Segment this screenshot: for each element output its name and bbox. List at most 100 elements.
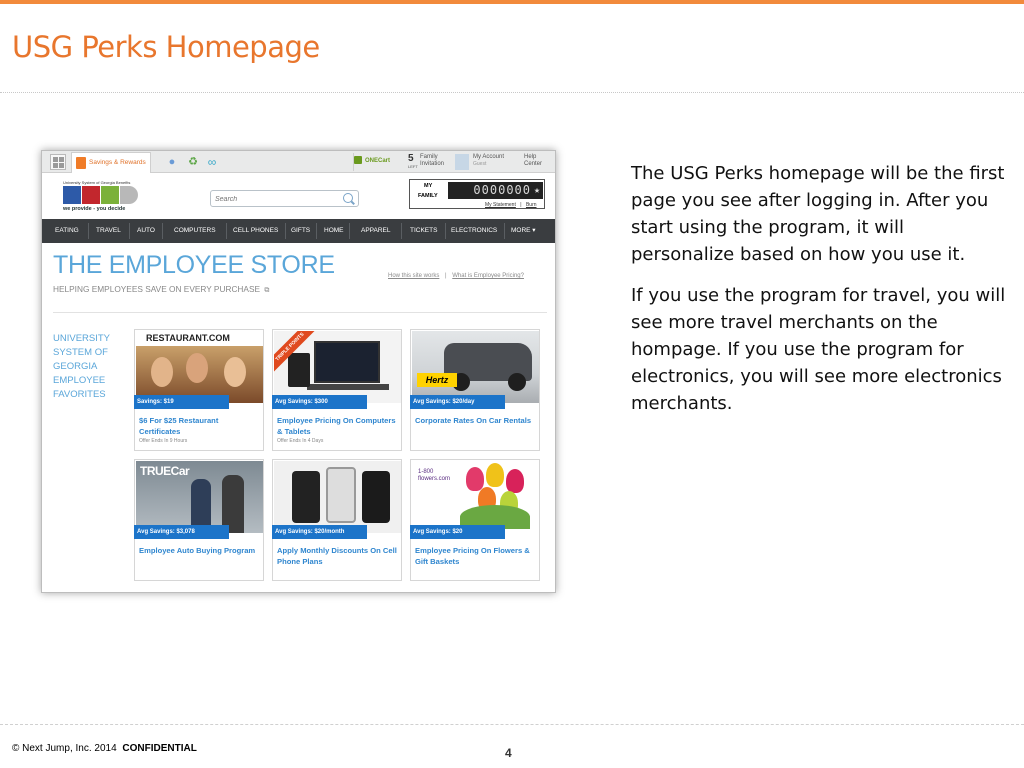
apple-icon[interactable]: ●	[165, 155, 179, 169]
nav-auto[interactable]: AUTO	[137, 219, 155, 243]
merchant-card-truecar[interactable]: TRUECar Avg Savings: $3,078 Employee Aut…	[134, 459, 264, 581]
card-description[interactable]: $6 For $25 Restaurant Certificates	[139, 415, 259, 437]
nav-electronics[interactable]: ELECTRONICS	[451, 219, 497, 243]
page-number: 4	[505, 746, 512, 760]
card-description[interactable]: Employee Pricing On Flowers & Gift Baske…	[415, 545, 535, 567]
phone-image	[326, 467, 356, 523]
nav-home[interactable]: HOME	[324, 219, 344, 243]
recycle-icon[interactable]: ♻	[186, 155, 200, 169]
favorites-line: UNIVERSITY	[53, 333, 111, 344]
tab-savings-rewards-label: Savings & Rewards	[89, 159, 146, 166]
account-links: My Statement | Burn	[485, 202, 537, 208]
family-label: FAMILY	[418, 193, 438, 199]
title-divider	[0, 92, 1024, 93]
store-subtitle: HELPING EMPLOYEES SAVE ON EVERY PURCHASE…	[53, 284, 269, 295]
top-accent-bar	[0, 0, 1024, 4]
hertz-logo-text: Hertz	[425, 375, 449, 385]
favorites-heading: UNIVERSITY SYSTEM OF GEORGIA EMPLOYEE FA…	[53, 332, 128, 402]
external-link-icon[interactable]: ⧉	[264, 287, 269, 294]
shopping-bag-icon	[76, 157, 86, 169]
hertz-image: Hertz	[412, 331, 539, 403]
savings-badge: Avg Savings: $300	[272, 395, 367, 409]
family-invite-count: 5	[408, 153, 414, 164]
diners-image	[151, 357, 173, 387]
family-invitation-button[interactable]: Family Invitation	[420, 154, 450, 168]
nav-separator	[504, 223, 505, 239]
help-label-2: Center	[524, 161, 543, 167]
points-counter-value: 0000000	[473, 183, 531, 197]
diners-image	[224, 357, 246, 387]
phone-image	[292, 471, 320, 523]
nav-travel[interactable]: TRAVEL	[96, 219, 121, 243]
avatar[interactable]	[455, 154, 469, 170]
savings-badge: Avg Savings: $20	[410, 525, 505, 539]
tulip-image	[466, 467, 484, 491]
savings-badge: Avg Savings: $20/day	[410, 395, 505, 409]
store-links: How this site works | What is Employee P…	[388, 273, 524, 279]
nav-apparel[interactable]: APPAREL	[361, 219, 391, 243]
offer-countdown: Offer Ends In 4 Days	[277, 438, 324, 444]
search-input[interactable]	[215, 193, 335, 205]
tab-savings-rewards[interactable]: Savings & Rewards	[71, 152, 151, 173]
savings-badge: Savings: $19	[134, 395, 229, 409]
computers-image: TRIPLE POINTS	[274, 331, 401, 403]
nav-separator	[401, 223, 402, 239]
nav-cell-phones[interactable]: CELL PHONES	[233, 219, 278, 243]
my-statement-link[interactable]: My Statement	[485, 202, 516, 208]
nav-separator	[316, 223, 317, 239]
my-label: MY	[424, 183, 433, 189]
laptop-base	[307, 384, 389, 390]
nav-gifts[interactable]: GIFTS	[291, 219, 310, 243]
star-icon: ★	[533, 185, 541, 196]
nav-separator	[445, 223, 446, 239]
nav-tickets[interactable]: TICKETS	[410, 219, 437, 243]
merchant-card-computers[interactable]: TRIPLE POINTS Avg Savings: $300 Employee…	[272, 329, 402, 451]
infinity-icon[interactable]: ∞	[205, 155, 219, 169]
favorites-line: EMPLOYEE	[53, 375, 106, 386]
site-header: University System of Georgia Benefits we…	[42, 173, 555, 218]
card-description[interactable]: Corporate Rates On Car Rentals	[415, 415, 535, 426]
burn-link[interactable]: Burn	[526, 202, 537, 208]
nav-more[interactable]: MORE ▾	[511, 219, 536, 243]
body-paragraph: The USG Perks homepage will be the first…	[631, 163, 1005, 265]
how-it-works-link[interactable]: How this site works	[388, 273, 439, 279]
employee-pricing-link[interactable]: What is Employee Pricing?	[452, 273, 524, 279]
card-description[interactable]: Apply Monthly Discounts On Cell Phone Pl…	[277, 545, 397, 567]
flowers-logo: 1-800 flowers.com	[418, 469, 451, 482]
flowers-image: 1-800 flowers.com	[412, 461, 539, 533]
onecart-button[interactable]: ONECart	[353, 153, 401, 171]
category-nav: EATING TRAVEL AUTO COMPUTERS CELL PHONES…	[42, 219, 555, 243]
merchant-card-cell-phones[interactable]: Avg Savings: $20/month Apply Monthly Dis…	[272, 459, 402, 581]
help-center-button[interactable]: Help Center	[524, 154, 542, 168]
footer-confidential: CONFIDENTIAL	[122, 743, 197, 754]
store-divider	[53, 312, 547, 313]
store-title: THE EMPLOYEE STORE	[53, 251, 335, 279]
nav-eating[interactable]: EATING	[55, 219, 79, 243]
nav-separator	[88, 223, 89, 239]
nav-separator	[129, 223, 130, 239]
my-account-sub: Guest	[473, 161, 487, 167]
family-invitation-label-2: Invitation	[420, 161, 445, 167]
slide-title: USG Perks Homepage	[12, 30, 320, 64]
card-description[interactable]: Employee Pricing On Computers & Tablets	[277, 415, 397, 437]
restaurant-image: RESTAURANT.COM	[136, 331, 263, 403]
tablet-image	[288, 353, 310, 387]
my-account-button[interactable]: My Account Guest	[473, 154, 504, 168]
usg-logo[interactable]	[63, 186, 138, 204]
points-counter: 0000000 ★	[448, 182, 543, 199]
merchant-card-restaurant[interactable]: RESTAURANT.COM Savings: $19 $6 For $25 R…	[134, 329, 264, 451]
nav-computers[interactable]: COMPUTERS	[174, 219, 216, 243]
card-description[interactable]: Employee Auto Buying Program	[139, 545, 259, 556]
nav-separator	[349, 223, 350, 239]
diners-image	[186, 353, 208, 383]
savings-badge: Avg Savings: $3,078	[134, 525, 229, 539]
apps-grid-icon[interactable]	[50, 154, 66, 170]
phones-image	[274, 461, 401, 533]
merchant-card-flowers[interactable]: 1-800 flowers.com Avg Savings: $20 Emplo…	[410, 459, 540, 581]
help-label-1: Help	[524, 154, 537, 160]
search-icon[interactable]	[343, 193, 353, 203]
favorites-line: SYSTEM OF	[53, 347, 108, 358]
tulip-image	[486, 463, 504, 487]
savings-badge: Avg Savings: $20/month	[272, 525, 367, 539]
merchant-card-hertz[interactable]: Hertz Avg Savings: $20/day Corporate Rat…	[410, 329, 540, 451]
